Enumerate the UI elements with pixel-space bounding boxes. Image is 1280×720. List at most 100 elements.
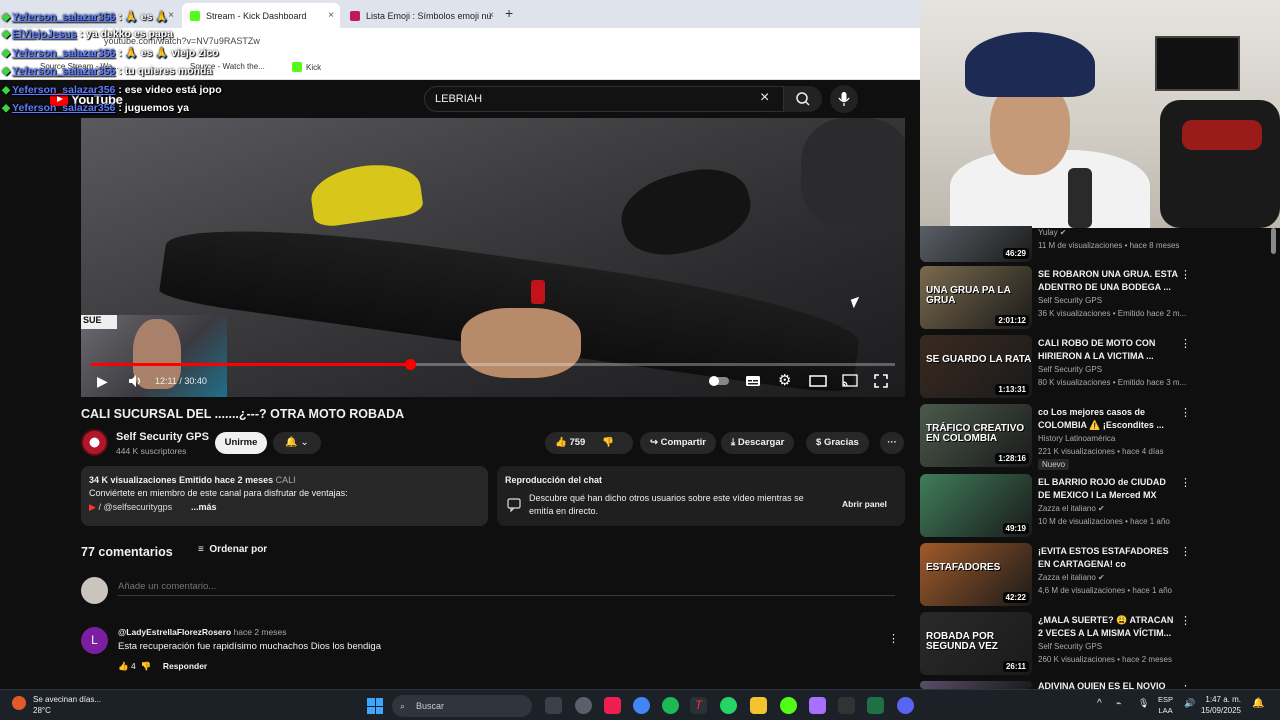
recommendation-thumbnail[interactable]: UNA GRUA PA LA GRUA 2:01:12 bbox=[920, 266, 1032, 329]
tab-close-icon[interactable]: × bbox=[168, 10, 174, 21]
settings-gear-icon[interactable]: ⚙ bbox=[778, 373, 791, 389]
obs-icon[interactable] bbox=[575, 697, 592, 714]
recommendation-item[interactable]: ROBADA POR SEGUNDA VEZ 26:11 ¿MALA SUERTE?… bbox=[920, 612, 1270, 676]
channel-name[interactable]: Self Security GPS bbox=[116, 431, 209, 443]
notifications-icon[interactable]: 🔔 bbox=[1252, 698, 1264, 709]
more-options-icon[interactable]: ⋮ bbox=[1180, 268, 1191, 281]
weather-icon[interactable] bbox=[12, 696, 26, 710]
show-more-link[interactable]: ...más bbox=[191, 502, 217, 512]
recommendation-item[interactable]: 46:29 Yulay ✔ 11 M de visualizaciones • ha… bbox=[920, 226, 1270, 262]
excel-icon[interactable] bbox=[867, 697, 884, 714]
share-button[interactable]: ↪ Compartir bbox=[640, 432, 717, 454]
progress-scrubber[interactable] bbox=[405, 359, 417, 370]
channel-avatar[interactable] bbox=[81, 429, 108, 456]
recommendation-thumbnail[interactable]: ESTAFADORES 42:22 bbox=[920, 543, 1032, 606]
thanks-button[interactable]: $ Gracias bbox=[806, 432, 869, 454]
recommendation-title[interactable]: ¡EVITA ESTOS ESTAFADORES EN CARTAGENA! c… bbox=[1038, 545, 1180, 571]
recommendation-item[interactable]: ADIVINA QUIEN ES EL NOVIO⋮ bbox=[920, 681, 1270, 696]
start-button[interactable] bbox=[367, 698, 383, 714]
recommendation-channel[interactable]: Self Security GPS bbox=[1038, 642, 1102, 651]
description-box[interactable]: 34 K visualizaciones Emitido hace 2 mese… bbox=[81, 466, 488, 526]
clear-search-icon[interactable]: × bbox=[760, 90, 769, 106]
typewriter-icon[interactable]: T bbox=[690, 697, 707, 714]
recommendation-channel[interactable]: Self Security GPS bbox=[1038, 296, 1102, 305]
taskbar-search[interactable]: ⌕ Buscar bbox=[392, 695, 532, 717]
join-button[interactable]: Unirme bbox=[215, 432, 267, 454]
recommendation-title[interactable]: CALI ROBO DE MOTO CON HIRIERON A LA VICT… bbox=[1038, 337, 1180, 363]
autoplay-toggle[interactable] bbox=[707, 373, 731, 389]
recommendation-thumbnail[interactable]: ROBADA POR SEGUNDA VEZ 26:11 bbox=[920, 612, 1032, 675]
recommendation-thumbnail[interactable]: TRÁFICO CREATIVO EN COLOMBIA 1:28:16 bbox=[920, 404, 1032, 467]
comment-author[interactable]: @LadyEstrellaFlorezRosero bbox=[118, 627, 231, 637]
chrome-icon[interactable] bbox=[633, 697, 650, 714]
theater-mode-icon[interactable] bbox=[809, 373, 827, 389]
recommendation-thumbnail[interactable] bbox=[920, 681, 1032, 689]
open-panel-button[interactable]: Abrir panel bbox=[842, 499, 887, 509]
recommendation-item[interactable]: TRÁFICO CREATIVO EN COLOMBIA 1:28:16 co Lo… bbox=[920, 404, 1270, 470]
play-icon[interactable]: ▶ bbox=[97, 373, 108, 389]
discord-icon[interactable] bbox=[897, 697, 914, 714]
notifications-button[interactable]: 🔔 ⌄ bbox=[273, 432, 321, 454]
app-icon[interactable] bbox=[838, 697, 855, 714]
new-tab-button[interactable]: + bbox=[505, 5, 513, 21]
more-options-icon[interactable]: ⋮ bbox=[1180, 406, 1191, 419]
search-button[interactable] bbox=[784, 86, 822, 112]
whatsapp-icon[interactable] bbox=[720, 697, 737, 714]
task-view-icon[interactable] bbox=[545, 697, 562, 714]
thumbs-down-icon[interactable]: 👎 bbox=[602, 437, 614, 448]
recommendation-channel[interactable]: Self Security GPS bbox=[1038, 365, 1102, 374]
tab-close-icon[interactable]: × bbox=[328, 10, 334, 21]
recommendation-thumbnail[interactable]: 46:29 bbox=[920, 226, 1032, 262]
recommendation-channel[interactable]: Zazza el italiano ✔ bbox=[1038, 573, 1105, 582]
app-icon[interactable] bbox=[809, 697, 826, 714]
comment-menu-icon[interactable]: ⋮ bbox=[888, 632, 899, 645]
thumbs-down-icon[interactable]: 👎 bbox=[140, 661, 151, 671]
chevron-up-icon[interactable]: ^ bbox=[1097, 698, 1102, 709]
recommendation-channel[interactable]: Zazza el italiano ✔ bbox=[1038, 504, 1105, 513]
recommendation-title[interactable]: EL BARRIO ROJO de CIUDAD DE MEXICO l La … bbox=[1038, 476, 1180, 502]
system-clock[interactable]: 1:47 a. m. 15/09/2025 bbox=[1196, 694, 1241, 716]
language-indicator[interactable]: ESP LAA bbox=[1158, 694, 1173, 716]
file-explorer-icon[interactable] bbox=[750, 697, 767, 714]
sidebar-scrollbar[interactable] bbox=[1271, 228, 1276, 254]
like-button[interactable]: 👍 759 bbox=[555, 437, 585, 448]
comment-time[interactable]: hace 2 meses bbox=[234, 627, 287, 637]
bookmark-kick[interactable]: Kick bbox=[292, 62, 321, 72]
sort-button[interactable]: ≡ Ordenar por bbox=[198, 544, 267, 555]
app-icon[interactable] bbox=[780, 697, 797, 714]
more-actions-button[interactable]: ··· bbox=[880, 432, 904, 454]
recommendation-title[interactable]: co Los mejores casos de COLOMBIA ⚠️ ¡Esc… bbox=[1038, 406, 1180, 432]
recommendation-item[interactable]: SE GUARDO LA RATA 1:13:31 CALI ROBO DE MOT… bbox=[920, 335, 1270, 399]
weather-widget[interactable]: Se avecinan días... 28°C bbox=[33, 694, 101, 716]
video-player[interactable]: SUE ▶ 12:11 / 30:40 ⚙ bbox=[81, 118, 905, 397]
location-tag[interactable]: CALI bbox=[276, 475, 296, 485]
voice-search-button[interactable] bbox=[830, 85, 858, 113]
mic-tray-icon[interactable]: 🎙 bbox=[1138, 698, 1149, 709]
tab-close-icon[interactable]: × bbox=[488, 10, 494, 21]
recommendation-item[interactable]: UNA GRUA PA LA GRUA 2:01:12 SE ROBARON UNA… bbox=[920, 266, 1270, 330]
commenter-avatar[interactable]: L bbox=[81, 627, 108, 654]
search-input[interactable] bbox=[435, 93, 735, 105]
recommendation-title[interactable]: ¿MALA SUERTE? 😩 ATRACAN 2 VECES A LA MIS… bbox=[1038, 614, 1180, 640]
volume-icon[interactable] bbox=[127, 373, 143, 389]
more-options-icon[interactable]: ⋮ bbox=[1180, 337, 1191, 350]
add-comment-input[interactable] bbox=[118, 578, 895, 596]
download-button[interactable]: ⤓ Descargar bbox=[721, 432, 795, 454]
tab-lista-emoji[interactable]: Lista Emoji : Símbolos emoji nu × bbox=[342, 3, 500, 28]
spotify-icon[interactable] bbox=[662, 697, 679, 714]
recommendation-title[interactable]: SE ROBARON UNA GRUA. ESTA ADENTRO DE UNA… bbox=[1038, 268, 1180, 294]
more-options-icon[interactable]: ⋮ bbox=[1180, 614, 1191, 627]
subtitles-icon[interactable] bbox=[745, 373, 761, 389]
channel-link[interactable]: ▶ / @selfsecuritygps bbox=[89, 502, 172, 513]
recommendation-channel[interactable]: Yulay ✔ bbox=[1038, 228, 1067, 237]
reply-button[interactable]: Responder bbox=[163, 661, 207, 671]
speaker-icon[interactable]: 🔊 bbox=[1184, 698, 1195, 709]
fullscreen-icon[interactable] bbox=[873, 373, 889, 389]
recommendation-item[interactable]: 49:19 EL BARRIO ROJO de CIUDAD DE MEXICO … bbox=[920, 474, 1270, 538]
recommendation-channel[interactable]: History Latinoamérica bbox=[1038, 434, 1115, 443]
recommendation-thumbnail[interactable]: SE GUARDO LA RATA 1:13:31 bbox=[920, 335, 1032, 398]
progress-bar[interactable] bbox=[91, 359, 895, 370]
tiktok-icon[interactable] bbox=[604, 697, 621, 714]
more-options-icon[interactable]: ⋮ bbox=[1180, 545, 1191, 558]
network-icon[interactable]: ⌁ bbox=[1116, 698, 1121, 709]
